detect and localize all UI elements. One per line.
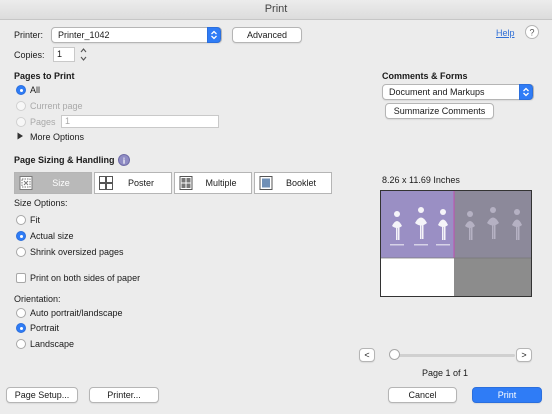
both-sides-label: Print on both sides of paper (30, 273, 141, 283)
auto-orientation-label: Auto portrait/landscape (30, 308, 123, 318)
printer-label: Printer: (14, 30, 44, 40)
copies-input[interactable]: 1 (53, 47, 75, 62)
current-page-radio[interactable] (16, 101, 26, 111)
summarize-comments-button[interactable]: Summarize Comments (385, 103, 494, 119)
fit-radio[interactable] (16, 215, 26, 225)
print-preview (380, 190, 532, 297)
paper-size-label: 8.26 x 11.69 Inches (382, 175, 460, 185)
page-setup-button[interactable]: Page Setup... (6, 387, 78, 403)
tab-poster-label: Poster (127, 178, 154, 188)
printer-select-value: Printer_1042 (58, 30, 110, 40)
tab-multiple[interactable]: Multiple (174, 172, 252, 194)
landscape-label: Landscape (30, 339, 75, 349)
chevron-updown-icon (207, 27, 221, 43)
page-range-input[interactable]: 1 (61, 115, 219, 128)
shrink-oversized-radio[interactable] (16, 247, 26, 257)
all-pages-label: All (30, 85, 41, 95)
landscape-radio[interactable] (16, 339, 26, 349)
both-sides-checkbox[interactable] (16, 273, 26, 283)
print-button[interactable]: Print (472, 387, 542, 403)
disclosure-triangle-icon[interactable] (17, 132, 24, 140)
shrink-oversized-label: Shrink oversized pages (30, 247, 124, 257)
cancel-button[interactable]: Cancel (388, 387, 457, 403)
more-options-label[interactable]: More Options (30, 132, 84, 142)
tab-booklet-label: Booklet (285, 178, 317, 188)
fit-label: Fit (30, 215, 40, 225)
tab-size-label: Size (52, 178, 70, 188)
help-icon[interactable]: ? (525, 25, 539, 39)
svg-text:?: ? (529, 28, 534, 38)
previous-page-button[interactable]: < (359, 348, 375, 362)
portrait-radio[interactable] (16, 323, 26, 333)
size-options-label: Size Options: (14, 198, 68, 208)
comments-select[interactable]: Document and Markups (382, 84, 534, 100)
page-slider-thumb[interactable] (389, 349, 400, 360)
window-title: Print (0, 0, 552, 20)
tab-size[interactable]: Size (14, 172, 92, 194)
page-range-label: Pages (30, 117, 56, 127)
auto-orientation-radio[interactable] (16, 308, 26, 318)
copies-label: Copies: (14, 50, 45, 60)
tab-poster[interactable]: Poster (94, 172, 172, 194)
page-slider-track[interactable] (393, 354, 515, 357)
comments-forms-heading: Comments & Forms (382, 71, 468, 81)
svg-text:i: i (123, 156, 126, 165)
actual-size-radio[interactable] (16, 231, 26, 241)
actual-size-label: Actual size (30, 231, 74, 241)
comments-select-value: Document and Markups (389, 87, 485, 97)
printer-button[interactable]: Printer... (89, 387, 159, 403)
portrait-label: Portrait (30, 323, 60, 333)
orientation-label: Orientation: (14, 294, 61, 304)
page-sizing-heading: Page Sizing & Handling (14, 155, 115, 165)
info-icon[interactable]: i (118, 154, 130, 166)
copies-stepper[interactable] (79, 46, 88, 63)
advanced-button[interactable]: Advanced (232, 27, 302, 43)
tab-multiple-label: Multiple (205, 178, 237, 188)
page-range-radio[interactable] (16, 117, 26, 127)
current-page-label: Current page (30, 101, 83, 111)
tab-booklet[interactable]: Booklet (254, 172, 332, 194)
next-page-button[interactable]: > (516, 348, 532, 362)
chevron-updown-icon (519, 84, 533, 100)
all-pages-radio[interactable] (16, 85, 26, 95)
printer-select[interactable]: Printer_1042 (51, 27, 222, 43)
pages-to-print-heading: Pages to Print (14, 71, 75, 81)
page-indicator: Page 1 of 1 (422, 368, 469, 378)
help-link[interactable]: Help (496, 28, 515, 38)
